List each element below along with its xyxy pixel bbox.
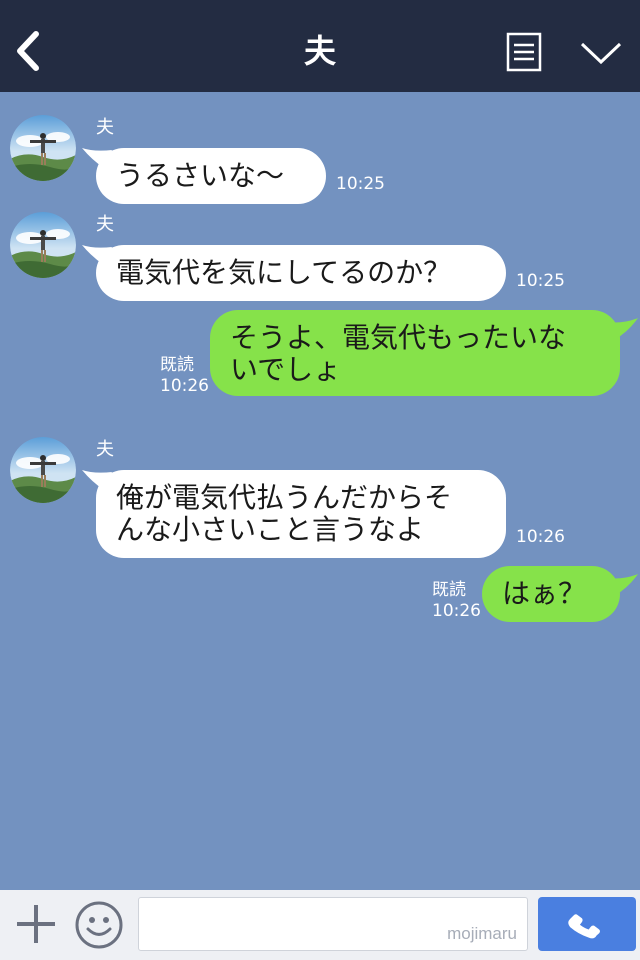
- collapse-chevron-icon: [580, 42, 622, 65]
- read-receipt: 既読: [432, 580, 466, 600]
- watermark-text: mojimaru: [447, 924, 517, 943]
- menu-button[interactable]: [506, 32, 542, 72]
- sender-name: 夫: [96, 439, 114, 460]
- chat-title-container: 夫: [0, 26, 640, 76]
- avatar[interactable]: [10, 437, 76, 503]
- emoji-icon: [75, 901, 123, 949]
- message-text-line: そうよ、電気代もったいな: [230, 321, 567, 354]
- menu-list-icon: [506, 32, 542, 72]
- message-text: 電気代を気にしてるのか？: [116, 256, 452, 289]
- read-receipt: 既読: [160, 355, 194, 375]
- back-button[interactable]: [10, 26, 50, 76]
- sender-name: 夫: [96, 117, 114, 138]
- message-text-line: 俺が電気代払うんだからそ: [116, 481, 453, 514]
- message-text-line: んな小さいこと言うなよ: [116, 513, 425, 546]
- message-time: 10:26: [516, 527, 565, 547]
- phone-icon: [568, 914, 600, 939]
- message-time: 10:25: [516, 271, 565, 291]
- message-time: 10:26: [160, 376, 209, 396]
- outgoing-message-bubble[interactable]: はぁ？: [482, 566, 620, 622]
- collapse-button[interactable]: [578, 34, 624, 70]
- sender-name: 夫: [96, 214, 114, 235]
- bubble-tail: [606, 318, 638, 340]
- back-chevron-icon: [17, 31, 39, 71]
- incoming-message-bubble[interactable]: 俺が電気代払うんだからそ んな小さいこと言うなよ: [96, 470, 506, 558]
- message-text: うるさいな〜: [116, 159, 285, 192]
- message-time: 10:25: [336, 174, 385, 194]
- avatar[interactable]: [10, 115, 76, 181]
- add-attachment-button[interactable]: [14, 902, 58, 946]
- message-text-line: いでしょ: [230, 353, 342, 386]
- incoming-message-bubble[interactable]: 電気代を気にしてるのか？: [96, 245, 506, 301]
- bubble-tail: [606, 574, 638, 596]
- message-time: 10:26: [432, 601, 481, 621]
- message-input[interactable]: mojimaru: [138, 897, 528, 951]
- message-text: はぁ？: [502, 577, 587, 610]
- emoji-button[interactable]: [74, 900, 124, 950]
- incoming-message-bubble[interactable]: うるさいな〜: [96, 148, 326, 204]
- plus-icon: [17, 905, 55, 943]
- outgoing-message-bubble[interactable]: そうよ、電気代もったいな いでしょ: [210, 310, 620, 396]
- chat-header: 夫: [0, 0, 640, 92]
- avatar[interactable]: [10, 212, 76, 278]
- chat-title: 夫: [303, 32, 336, 70]
- call-button[interactable]: [538, 897, 636, 951]
